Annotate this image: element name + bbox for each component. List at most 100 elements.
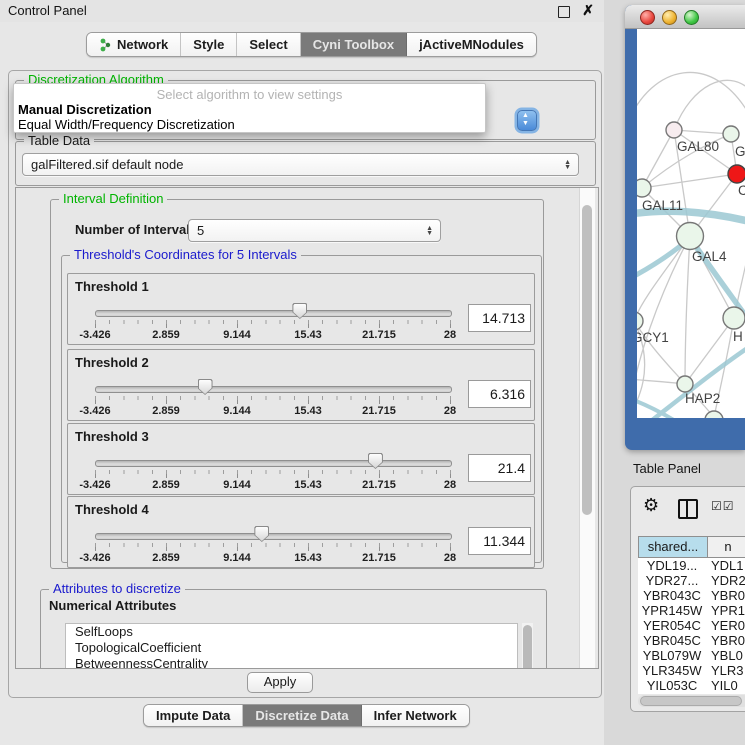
table-data-group: Table Data galFiltered.sif default node … — [15, 141, 596, 186]
network-node[interactable] — [705, 411, 723, 418]
algorithm-option-equal-width[interactable]: Equal Width/Frequency Discretization — [18, 117, 235, 132]
network-window-titlebar[interactable] — [625, 5, 745, 29]
gear-icon[interactable]: ⚙ — [643, 495, 659, 516]
table-cell-shared-name[interactable]: YDR27... — [638, 573, 706, 588]
settings-scrollbar-thumb[interactable] — [582, 205, 592, 515]
tab-style-label: Style — [193, 37, 224, 52]
threshold-box: Threshold 3-3.4262.8599.14415.4321.71528… — [67, 423, 535, 495]
column-header-name[interactable]: n — [708, 537, 745, 557]
table-cell-name[interactable]: YBR0 — [706, 633, 745, 648]
tab-impute-data[interactable]: Impute Data — [144, 705, 243, 726]
threshold-value-field[interactable]: 14.713 — [468, 304, 531, 332]
float-window-icon[interactable] — [558, 6, 570, 18]
number-of-intervals-select[interactable]: 5 ▲▼ — [188, 219, 441, 242]
network-canvas[interactable]: GAL80 GA C GAL11 GAL4 GCY1 H HAP2 — [637, 29, 745, 418]
table-row[interactable]: YIL053CYIL0 — [638, 678, 745, 693]
tab-infer-network[interactable]: Infer Network — [362, 705, 469, 726]
apply-button[interactable]: Apply — [247, 672, 313, 693]
table-cell-name[interactable]: YBL0 — [706, 648, 745, 663]
column-header-shared[interactable]: shared... — [639, 537, 708, 557]
close-icon[interactable]: ✗ — [582, 2, 594, 19]
table-cell-name[interactable]: YER0 — [706, 618, 745, 633]
slider-tick-label: 9.144 — [223, 405, 251, 417]
slider-ticks-minor — [95, 320, 451, 324]
network-node[interactable] — [637, 312, 643, 330]
table-cell-shared-name[interactable]: YIL053C — [638, 678, 706, 693]
table-cell-name[interactable]: YLR3 — [706, 663, 745, 678]
interval-definition-group: Interval Definition Number of Intervals … — [50, 199, 544, 569]
threshold-value-field[interactable]: 6.316 — [468, 380, 531, 408]
zoom-traffic-light[interactable] — [684, 10, 699, 25]
attribute-list-item[interactable]: SelfLoops — [66, 624, 517, 640]
table-cell-shared-name[interactable]: YLR345W — [638, 663, 706, 678]
table-cell-name[interactable]: YDL1 — [706, 558, 745, 573]
node-label: GAL11 — [642, 198, 683, 213]
slider-track[interactable] — [95, 460, 452, 467]
table-cell-name[interactable]: YIL0 — [706, 678, 745, 693]
thresholds-group-title: Threshold's Coordinates for 5 Intervals — [70, 247, 301, 262]
table-row[interactable]: YDL19...YDL1 — [638, 558, 745, 573]
close-traffic-light[interactable] — [640, 10, 655, 25]
slider-track[interactable] — [95, 533, 452, 540]
table-row[interactable]: YDR27...YDR2 — [638, 573, 745, 588]
attribute-list-item[interactable]: BetweennessCentrality — [66, 656, 517, 669]
table-data-group-title: Table Data — [24, 133, 94, 148]
table-row[interactable]: YBL079WYBL0 — [638, 648, 745, 663]
table-cell-name[interactable]: YDR2 — [706, 573, 745, 588]
settings-scrollbar[interactable] — [579, 188, 595, 668]
columns-icon[interactable] — [678, 499, 698, 519]
threshold-value-field[interactable]: 11.344 — [468, 527, 531, 555]
combo-stepper-icon: ▲▼ — [564, 160, 571, 170]
network-node[interactable] — [677, 223, 704, 250]
slider-track[interactable] — [95, 310, 452, 317]
table-data-select[interactable]: galFiltered.sif default node ▲▼ — [22, 153, 579, 176]
table-horizontal-scrollbar[interactable] — [638, 695, 745, 707]
algorithm-combo-arrow-button[interactable]: ▲▼ — [517, 110, 537, 131]
table-row[interactable]: YBR043CYBR0 — [638, 588, 745, 603]
table-cell-shared-name[interactable]: YDL19... — [638, 558, 706, 573]
minimize-traffic-light[interactable] — [662, 10, 677, 25]
table-horizontal-scrollbar-thumb[interactable] — [640, 696, 742, 706]
algorithm-option-manual[interactable]: Manual Discretization — [18, 102, 152, 117]
slider-tick-label: 28 — [444, 552, 456, 564]
network-icon — [99, 38, 112, 52]
network-node[interactable] — [637, 179, 651, 197]
table-cell-shared-name[interactable]: YBR045C — [638, 633, 706, 648]
combo-stepper-icon: ▲▼ — [426, 226, 433, 236]
tab-cyni-toolbox[interactable]: Cyni Toolbox — [301, 33, 407, 56]
network-node[interactable] — [723, 126, 739, 142]
threshold-value-field[interactable]: 21.4 — [468, 454, 531, 482]
table-cell-shared-name[interactable]: YBR043C — [638, 588, 706, 603]
slider-tick-label: 28 — [444, 479, 456, 491]
tab-discretize-data[interactable]: Discretize Data — [243, 705, 361, 726]
table-row[interactable]: YLR345WYLR3 — [638, 663, 745, 678]
network-node-highlighted[interactable] — [728, 165, 745, 183]
tab-style[interactable]: Style — [181, 33, 237, 56]
tab-select[interactable]: Select — [237, 33, 300, 56]
node-label: GAL80 — [677, 139, 719, 154]
checkbox-columns-icon[interactable]: ☑☑ — [711, 499, 735, 513]
threshold-box: Threshold 2-3.4262.8599.14415.4321.71528… — [67, 349, 535, 421]
table-cell-name[interactable]: YBR0 — [706, 588, 745, 603]
table-row[interactable]: YBR045CYBR0 — [638, 633, 745, 648]
algorithm-prompt-option[interactable]: Select algorithm to view settings — [14, 87, 485, 102]
slider-track[interactable] — [95, 386, 452, 393]
slider-tick-label: 28 — [444, 329, 456, 341]
slider-tick-label: 9.144 — [223, 552, 251, 564]
table-row[interactable]: YER054CYER0 — [638, 618, 745, 633]
table-cell-shared-name[interactable]: YBL079W — [638, 648, 706, 663]
attribute-list-item[interactable]: TopologicalCoefficient — [66, 640, 517, 656]
network-node[interactable] — [723, 307, 745, 329]
network-node[interactable] — [677, 376, 693, 392]
network-node[interactable] — [666, 122, 682, 138]
node-label: GA — [735, 144, 745, 159]
tab-jactivemnodules[interactable]: jActiveMNodules — [407, 33, 536, 56]
tab-network[interactable]: Network — [87, 33, 181, 56]
tab-network-label: Network — [117, 37, 168, 52]
table-cell-name[interactable]: YPR1 — [706, 603, 745, 618]
table-cell-shared-name[interactable]: YER054C — [638, 618, 706, 633]
threshold-label: Threshold 1 — [75, 279, 149, 294]
table-row[interactable]: YPR145WYPR1 — [638, 603, 745, 618]
table-cell-shared-name[interactable]: YPR145W — [638, 603, 706, 618]
attributes-list-scrollbar[interactable] — [522, 623, 533, 669]
